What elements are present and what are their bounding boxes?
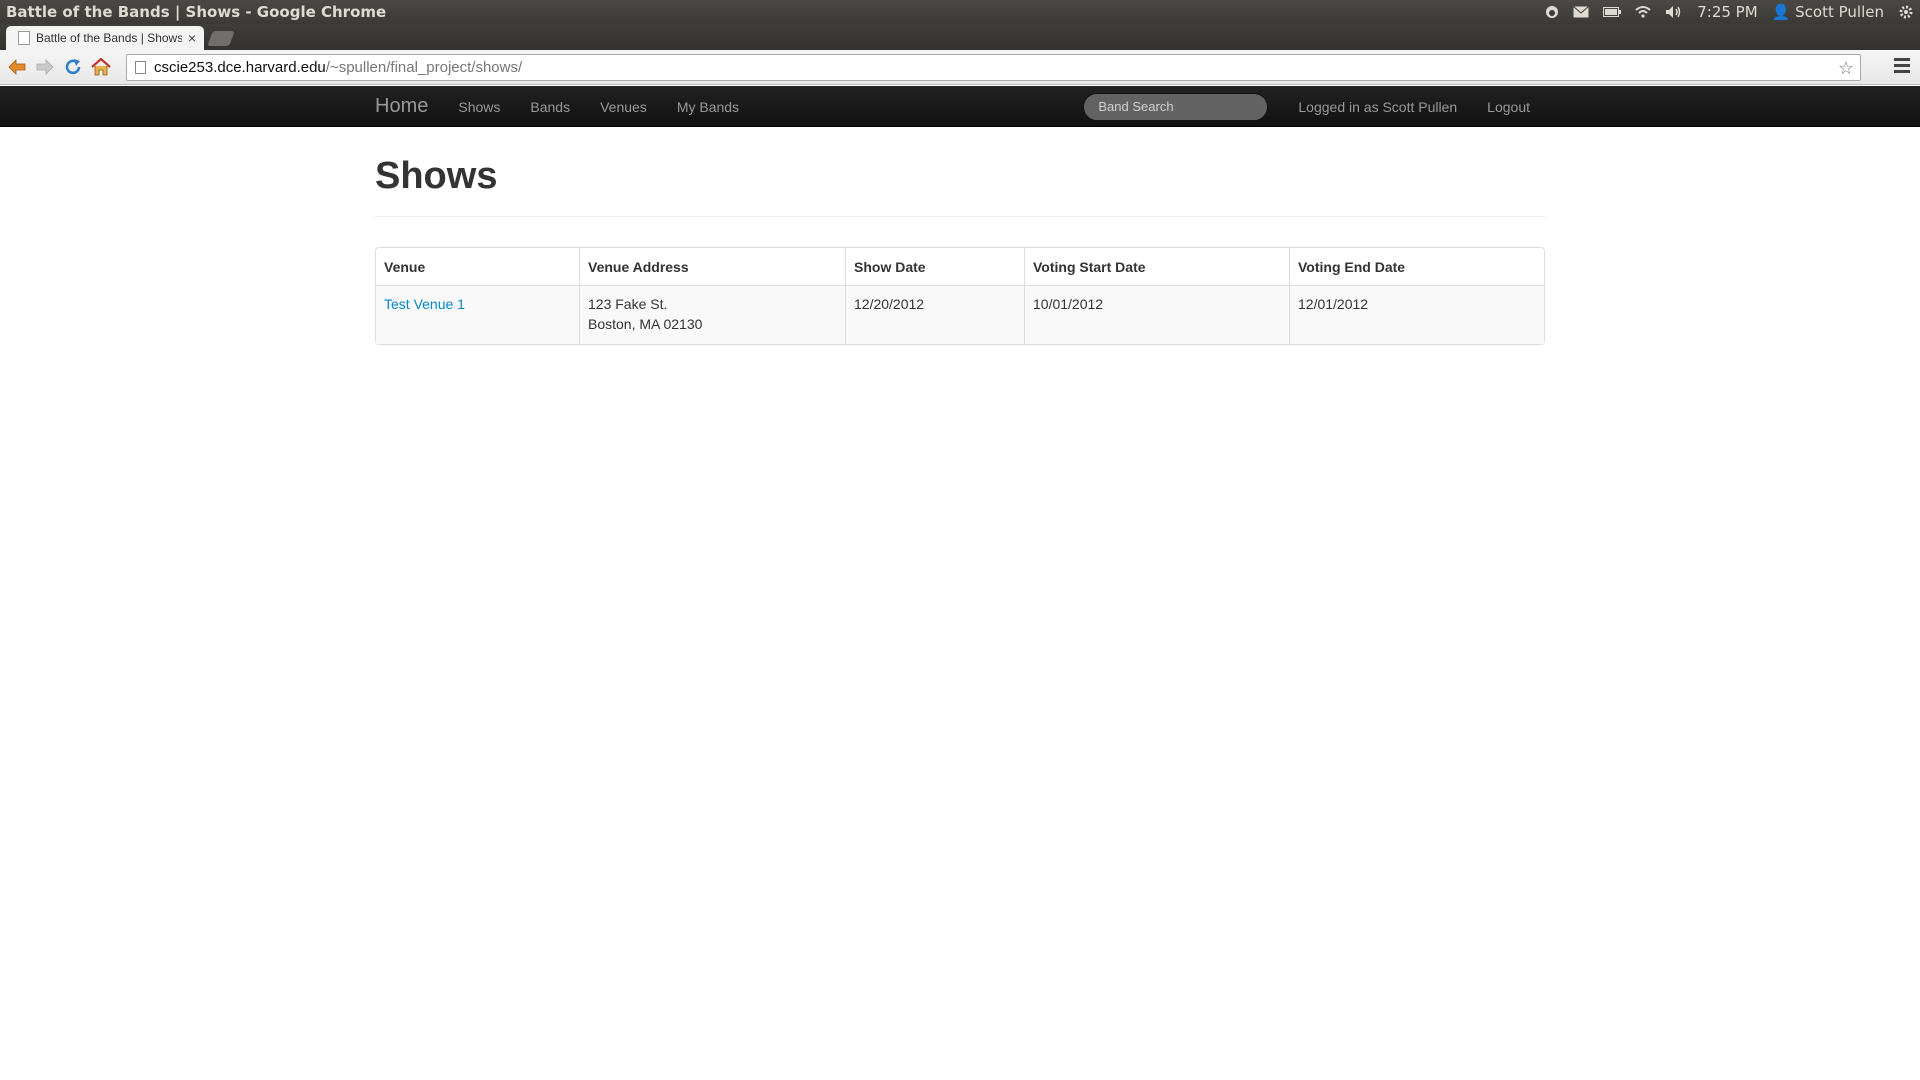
address-line-1: 123 Fake St. — [588, 296, 668, 312]
user-menu[interactable]: 👤 Scott Pullen — [1772, 3, 1884, 21]
forward-arrow-icon — [36, 59, 54, 75]
clock[interactable]: 7:25 PM — [1697, 3, 1757, 21]
reload-icon — [65, 59, 81, 75]
table-header-row: Venue Venue Address Show Date Voting Sta… — [376, 248, 1544, 285]
bookmark-star-icon[interactable]: ☆ — [1838, 58, 1854, 79]
tab-strip: Battle of the Bands | Shows × — [0, 24, 1920, 50]
tab-active[interactable]: Battle of the Bands | Shows × — [6, 26, 204, 50]
tab-title: Battle of the Bands | Shows — [36, 31, 182, 45]
gear-icon[interactable] — [1898, 4, 1914, 20]
table-row: Test Venue 1 123 Fake St. Boston, MA 021… — [376, 285, 1544, 344]
page-icon — [18, 31, 30, 45]
venue-link[interactable]: Test Venue 1 — [384, 296, 465, 312]
url-path: /~spullen/final_project/shows/ — [325, 59, 523, 76]
cell-voting-end-date: 12/01/2012 — [1289, 285, 1544, 344]
browser-toolbar: cscie253.dce.harvard.edu/~spullen/final_… — [0, 50, 1920, 85]
main-content: Shows Venue Venue Address Show Date Voti… — [375, 127, 1545, 345]
battery-icon[interactable] — [1603, 6, 1622, 18]
page-icon — [135, 61, 146, 74]
header-venue: Venue — [384, 259, 426, 275]
nav-my-bands-link[interactable]: My Bands — [662, 99, 754, 115]
logged-in-user-link[interactable]: Logged in as Scott Pullen — [1283, 99, 1472, 115]
header-show-date: Show Date — [845, 248, 1024, 285]
page-title: Shows — [375, 155, 1545, 217]
dropbox-icon[interactable] — [1545, 5, 1559, 19]
header-venue-address: Venue Address — [579, 248, 845, 285]
reload-button[interactable] — [59, 53, 87, 81]
nav-home-link[interactable]: Home — [375, 95, 428, 118]
site-navbar: Home Shows Bands Venues My Bands Logged … — [0, 86, 1920, 127]
navbar-right: Logged in as Scott Pullen Logout — [1083, 92, 1545, 121]
window-title: Battle of the Bands | Shows - Google Chr… — [6, 3, 387, 21]
header-voting-end-date: Voting End Date — [1289, 248, 1544, 285]
home-icon — [91, 58, 111, 76]
navbar-container: Home Shows Bands Venues My Bands Logged … — [375, 86, 1545, 127]
logout-link[interactable]: Logout — [1472, 99, 1545, 115]
user-icon: 👤 — [1771, 3, 1791, 21]
address-line-2: Boston, MA 02130 — [588, 316, 703, 332]
cell-venue-address: 123 Fake St. Boston, MA 02130 — [579, 285, 845, 344]
nav-bands-link[interactable]: Bands — [515, 99, 585, 115]
address-bar[interactable]: cscie253.dce.harvard.edu/~spullen/final_… — [126, 54, 1861, 81]
volume-icon[interactable] — [1665, 5, 1683, 19]
forward-button[interactable] — [31, 53, 59, 81]
cell-venue: Test Venue 1 — [376, 285, 579, 344]
chrome-menu-button[interactable] — [1894, 58, 1910, 76]
home-button[interactable] — [87, 53, 115, 81]
close-icon[interactable]: × — [188, 30, 196, 46]
url-host: cscie253.dce.harvard.edu — [154, 59, 326, 76]
band-search-input[interactable] — [1083, 92, 1269, 121]
nav-shows-link[interactable]: Shows — [443, 99, 515, 115]
nav-venues-link[interactable]: Venues — [585, 99, 662, 115]
cell-show-date: 12/20/2012 — [845, 285, 1024, 344]
shows-table: Venue Venue Address Show Date Voting Sta… — [375, 247, 1545, 345]
back-button[interactable] — [3, 53, 31, 81]
cell-voting-start-date: 10/01/2012 — [1024, 285, 1289, 344]
wifi-icon[interactable] — [1635, 5, 1651, 19]
new-tab-button[interactable] — [207, 31, 235, 46]
header-voting-start-date: Voting Start Date — [1024, 248, 1289, 285]
mail-icon[interactable] — [1573, 6, 1590, 18]
os-top-panel: Battle of the Bands | Shows - Google Chr… — [0, 0, 1920, 24]
indicator-area: 7:25 PM 👤 Scott Pullen — [1545, 3, 1920, 21]
user-name: Scott Pullen — [1795, 3, 1884, 21]
back-arrow-icon — [8, 59, 26, 75]
